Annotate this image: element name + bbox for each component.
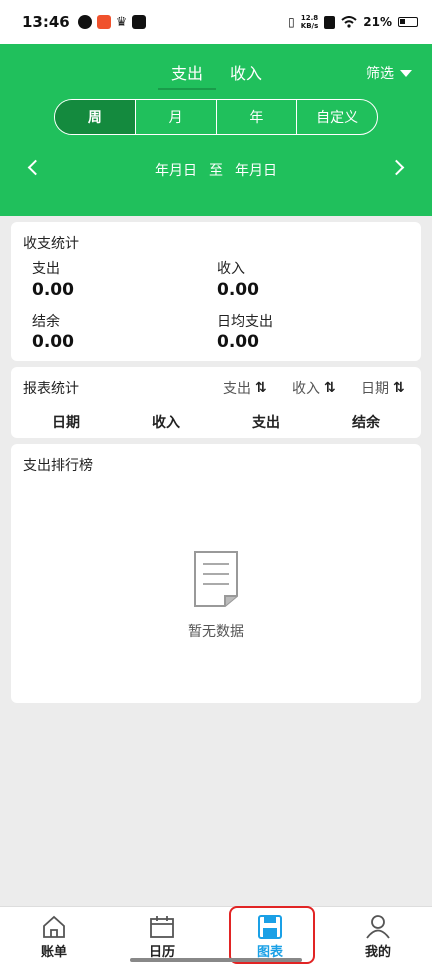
column-balance: 结余	[352, 415, 380, 431]
status-notification-icons: ♛	[77, 14, 147, 30]
date-separator: 至	[209, 163, 223, 179]
sort-by-date[interactable]: 日期 ⇅	[361, 378, 405, 398]
balance-value: 0.00	[32, 332, 74, 352]
date-end[interactable]: 年月日	[235, 160, 277, 180]
balance-label: 结余	[32, 314, 60, 330]
tab-income[interactable]: 收入	[230, 60, 262, 84]
period-custom[interactable]: 自定义	[297, 100, 377, 134]
nav-bills-label: 账单	[40, 945, 67, 960]
nav-calendar[interactable]: 日历	[108, 907, 216, 964]
bottom-nav: 账单 日历 图表 我的	[0, 906, 432, 964]
sort-icon: ⇅	[393, 380, 405, 396]
income-value: 0.00	[217, 280, 259, 300]
battery-icon	[398, 17, 418, 27]
highlight-annotation	[229, 906, 315, 964]
date-range: 年月日 至 年月日	[0, 158, 432, 182]
sim-off-icon	[324, 15, 336, 29]
date-start[interactable]: 年月日	[155, 160, 197, 180]
nav-mine-label: 我的	[364, 945, 391, 960]
vibrate-icon: ▯	[288, 15, 295, 29]
nav-bills[interactable]: 账单	[0, 907, 108, 964]
summary-card: 收支统计 支出 0.00 收入 0.00 结余 0.00 日均支出 0.00	[11, 222, 421, 361]
sort-by-income[interactable]: 收入 ⇅	[292, 378, 336, 398]
home-icon	[43, 915, 65, 938]
expense-label: 支出	[32, 261, 60, 277]
filter-label: 筛选	[366, 66, 394, 82]
app-notification-icon	[77, 15, 92, 29]
user-icon	[366, 915, 390, 939]
calendar-icon	[150, 916, 174, 938]
summary-title: 收支统计	[23, 236, 79, 252]
daily-expense-label: 日均支出	[217, 314, 273, 330]
header: 支出 收入 筛选 周 月 年 自定义 年月日 至 年月日	[0, 44, 432, 216]
column-date: 日期	[52, 415, 80, 431]
battery-percent: 21%	[363, 15, 392, 29]
income-label: 收入	[217, 261, 245, 277]
status-right: ▯ 12.8 KB/s 21%	[288, 14, 418, 30]
chevron-left-icon[interactable]	[27, 159, 44, 176]
sort-icon: ⇅	[255, 380, 267, 396]
mail-notification-icon	[132, 15, 147, 29]
shop-notification-icon	[96, 15, 111, 29]
period-year[interactable]: 年	[217, 100, 298, 134]
chevron-right-icon[interactable]	[388, 159, 405, 176]
sort-icon: ⇅	[324, 380, 336, 396]
period-selector: 周 月 年 自定义	[54, 99, 378, 135]
tab-active-underline	[158, 88, 216, 90]
empty-document-icon	[194, 551, 238, 607]
home-indicator[interactable]	[130, 958, 302, 962]
filter-button[interactable]: 筛选	[366, 63, 412, 83]
column-income: 收入	[152, 415, 180, 431]
wifi-icon	[341, 16, 357, 28]
sort-by-expense[interactable]: 支出 ⇅	[223, 378, 267, 398]
column-expense: 支出	[252, 415, 280, 431]
expense-value: 0.00	[32, 280, 74, 300]
report-title: 报表统计	[23, 381, 79, 397]
period-week[interactable]: 周	[55, 100, 136, 134]
caret-down-icon	[400, 69, 412, 77]
daily-expense-value: 0.00	[217, 332, 259, 352]
period-month[interactable]: 月	[136, 100, 217, 134]
network-speed: 12.8 KB/s	[300, 14, 319, 30]
status-time: 13:46	[22, 13, 70, 31]
nav-mine[interactable]: 我的	[324, 907, 432, 964]
tab-expense[interactable]: 支出	[171, 60, 203, 84]
empty-text: 暂无数据	[188, 624, 244, 640]
status-bar: 13:46 ♛ ▯ 12.8 KB/s 21%	[0, 0, 432, 44]
ranking-title: 支出排行榜	[23, 458, 93, 474]
crown-icon: ♛	[115, 14, 128, 30]
